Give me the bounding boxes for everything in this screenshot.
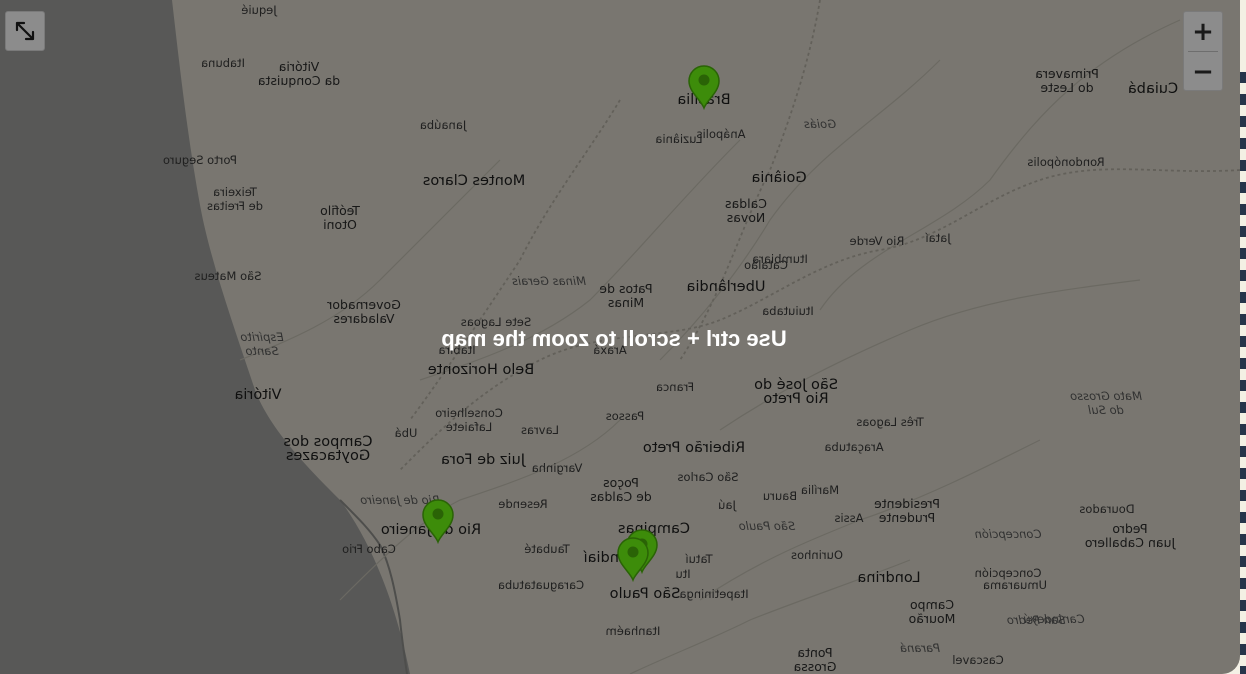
edge-dash <box>1240 578 1246 589</box>
map-marker[interactable] <box>421 498 455 545</box>
edge-dash <box>1240 292 1246 303</box>
edge-dash <box>1240 380 1246 391</box>
map-pin-icon <box>617 537 649 583</box>
edge-dash <box>1240 468 1246 479</box>
edge-dash <box>1240 644 1246 655</box>
edge-dash <box>1240 314 1246 325</box>
map-container[interactable]: Jequié Itabuna Vitória da Conquista Porto S… <box>0 0 1240 674</box>
fullscreen-button[interactable] <box>5 11 45 51</box>
edge-dash <box>1240 182 1246 193</box>
edge-dash <box>1240 358 1246 369</box>
edge-dash <box>1240 446 1246 457</box>
edge-dash <box>1240 72 1246 83</box>
edge-dash <box>1240 534 1246 545</box>
edge-dash <box>1240 622 1246 633</box>
edge-dash <box>1240 116 1246 127</box>
edge-dash <box>1240 600 1246 611</box>
edge-dash <box>1240 160 1246 171</box>
scroll-zoom-hint: Use ctrl + scroll to zoom the map <box>441 326 787 351</box>
map-marker[interactable] <box>687 64 721 111</box>
zoom-out-button[interactable]: − <box>1184 52 1222 90</box>
zoom-in-button[interactable]: + <box>1184 12 1222 51</box>
edge-dash <box>1240 490 1246 501</box>
edge-dash <box>1240 424 1246 435</box>
edge-dash <box>1240 248 1246 259</box>
expand-icon <box>15 21 35 41</box>
map-pin-icon <box>422 499 454 545</box>
edge-dash <box>1240 512 1246 523</box>
edge-dash <box>1240 138 1246 149</box>
map-pin-icon <box>688 65 720 111</box>
edge-dash <box>1240 270 1246 281</box>
map-marker[interactable] <box>616 536 650 583</box>
edge-dash <box>1240 556 1246 567</box>
edge-dash <box>1240 94 1246 105</box>
edge-dash <box>1240 226 1246 237</box>
edge-dash <box>1240 666 1246 674</box>
edge-dash <box>1240 204 1246 215</box>
edge-dash <box>1240 336 1246 347</box>
edge-dash <box>1240 402 1246 413</box>
zoom-control: + − <box>1183 11 1223 91</box>
map-frame: Jequié Itabuna Vitória da Conquista Porto S… <box>0 0 1246 674</box>
